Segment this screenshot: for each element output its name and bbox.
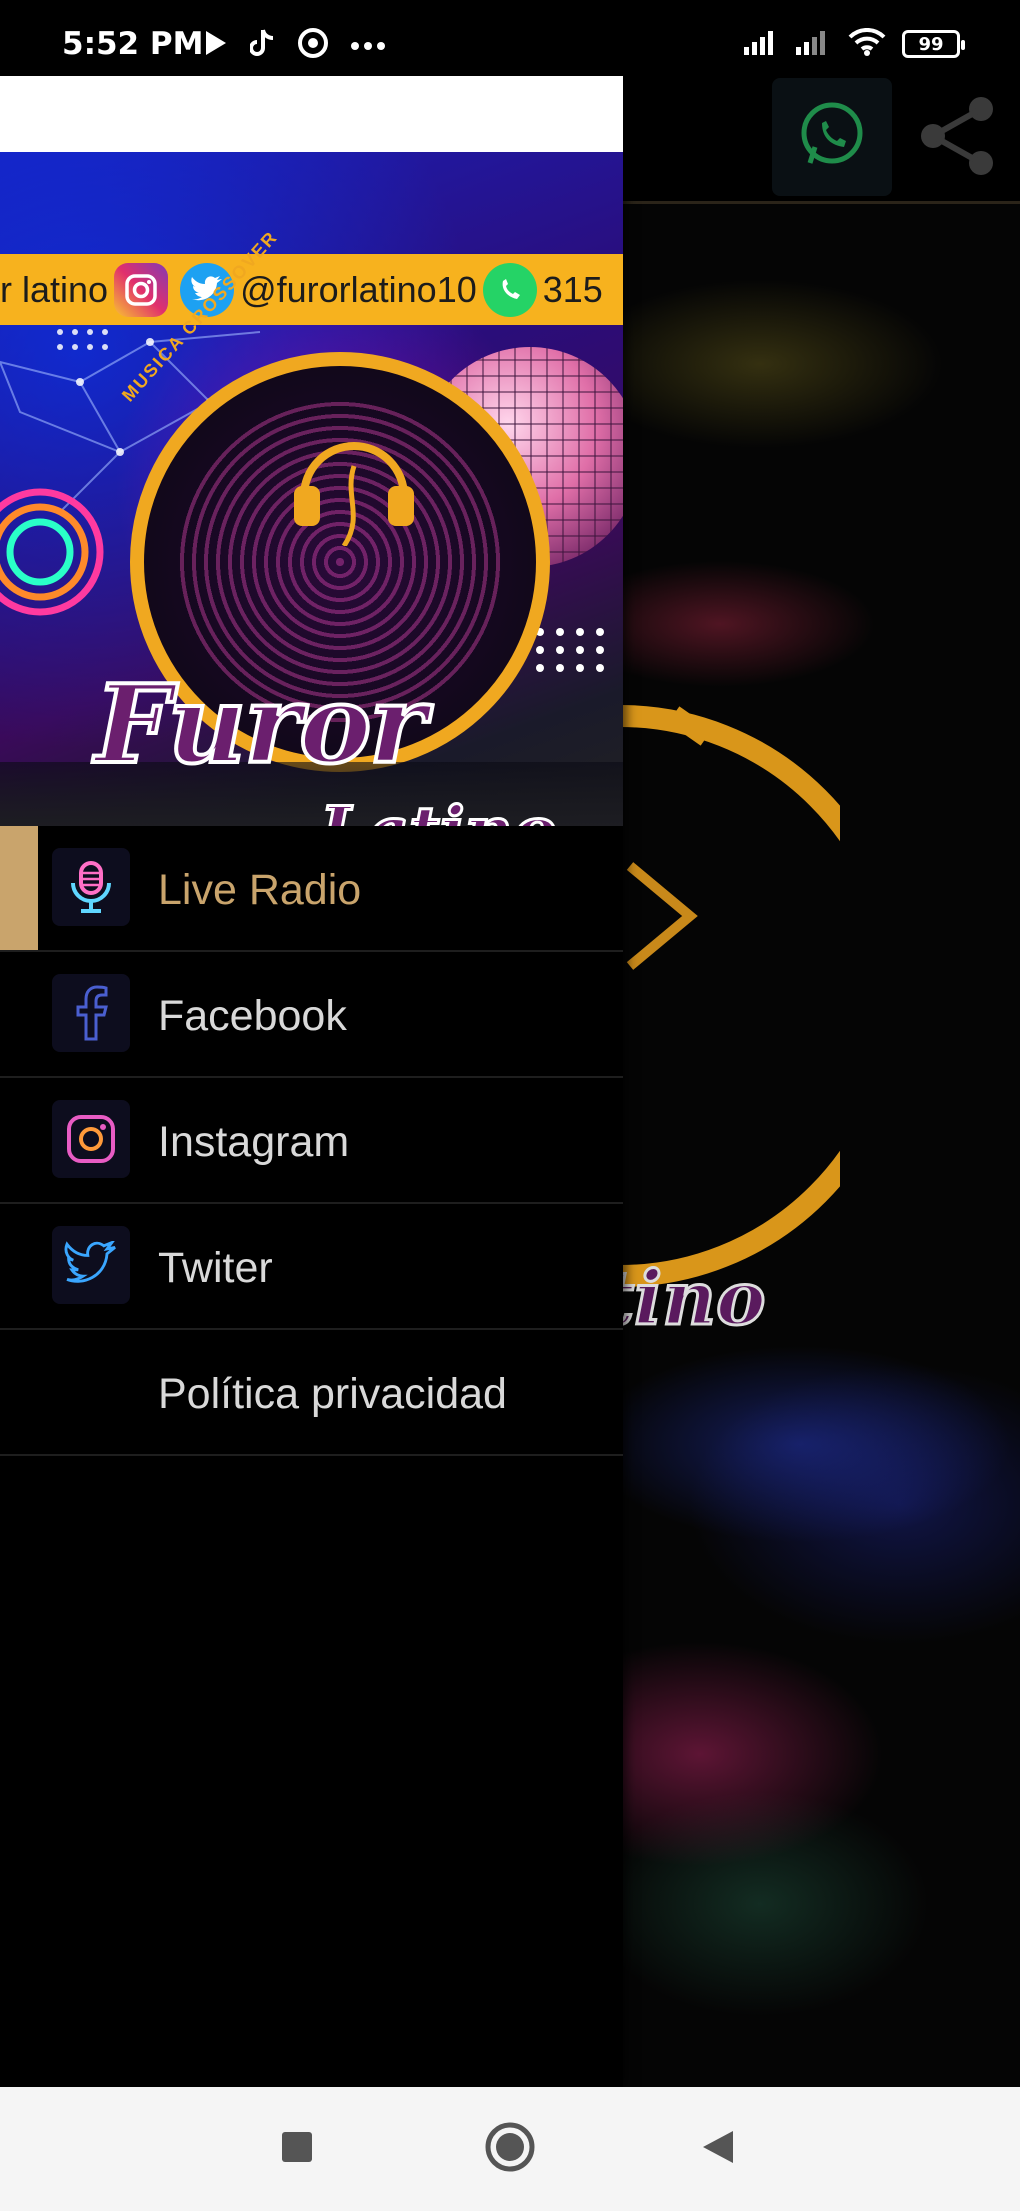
- drawer-toolbar: [0, 76, 623, 152]
- twitter-icon: [52, 1226, 130, 1304]
- menu-item-label: Instagram: [158, 1118, 350, 1166]
- menu-item-privacy-policy[interactable]: Política privacidad: [0, 1330, 623, 1456]
- menu-item-label: Política privacidad: [158, 1370, 507, 1418]
- whatsapp-icon: [482, 262, 537, 317]
- background-logo-text: tino: [598, 1255, 766, 1344]
- recents-button[interactable]: [267, 2119, 327, 2179]
- drawer-header-banner: r latino @furorlatino10 315 MUSICA CROSS…: [0, 152, 623, 826]
- status-notification-icons: [204, 28, 386, 62]
- share-icon: [915, 93, 1001, 183]
- navigation-drawer: r latino @furorlatino10 315 MUSICA CROSS…: [0, 76, 623, 2087]
- social-banner: r latino @furorlatino10 315: [0, 254, 623, 325]
- tiktok-icon: [249, 28, 276, 62]
- status-system-icons: 99: [744, 27, 965, 60]
- status-time: 5:52 PM: [62, 26, 204, 62]
- more-dots-icon: [350, 36, 386, 55]
- instagram-icon: [52, 1100, 130, 1178]
- square-icon: [281, 2131, 313, 2167]
- back-button[interactable]: [688, 2119, 748, 2179]
- facebook-icon: [52, 974, 130, 1052]
- home-button[interactable]: [480, 2119, 540, 2179]
- status-bar: 5:52 PM 99: [0, 0, 1020, 76]
- menu-item-label: Facebook: [158, 992, 347, 1040]
- chrome-icon: [298, 28, 328, 62]
- menu-item-label: Live Radio: [158, 866, 362, 914]
- menu-item-label: Twiter: [158, 1244, 273, 1292]
- logo-title-furor: Furor: [93, 660, 428, 790]
- battery-level: 99: [918, 33, 944, 55]
- circle-icon: [484, 2121, 536, 2177]
- menu-item-facebook[interactable]: Facebook: [0, 952, 623, 1078]
- menu-item-instagram[interactable]: Instagram: [0, 1078, 623, 1204]
- banner-handle: @furorlatino10: [240, 268, 477, 310]
- drawer-menu: Live Radio Facebook Instagram Twiter Pol…: [0, 826, 623, 1456]
- signal-icon: [744, 29, 780, 59]
- whatsapp-icon: [794, 97, 870, 177]
- wifi-icon: [848, 27, 886, 60]
- headphones-icon: [294, 442, 414, 546]
- menu-item-live-radio[interactable]: Live Radio: [0, 826, 623, 952]
- back-triangle-icon: [701, 2129, 735, 2169]
- logo-title-latino: Latino: [319, 791, 559, 827]
- signal-icon: [796, 29, 832, 59]
- instagram-icon: [114, 262, 169, 317]
- play-icon: [204, 30, 228, 60]
- banner-handle-prefix: r latino: [0, 268, 109, 310]
- battery-icon: 99: [902, 30, 965, 58]
- share-button[interactable]: [908, 88, 1008, 188]
- banner-phone: 315: [542, 268, 603, 310]
- whatsapp-button[interactable]: [772, 78, 892, 196]
- system-navigation-bar: [0, 2087, 1020, 2211]
- menu-item-twitter[interactable]: Twiter: [0, 1204, 623, 1330]
- microphone-icon: [52, 848, 130, 926]
